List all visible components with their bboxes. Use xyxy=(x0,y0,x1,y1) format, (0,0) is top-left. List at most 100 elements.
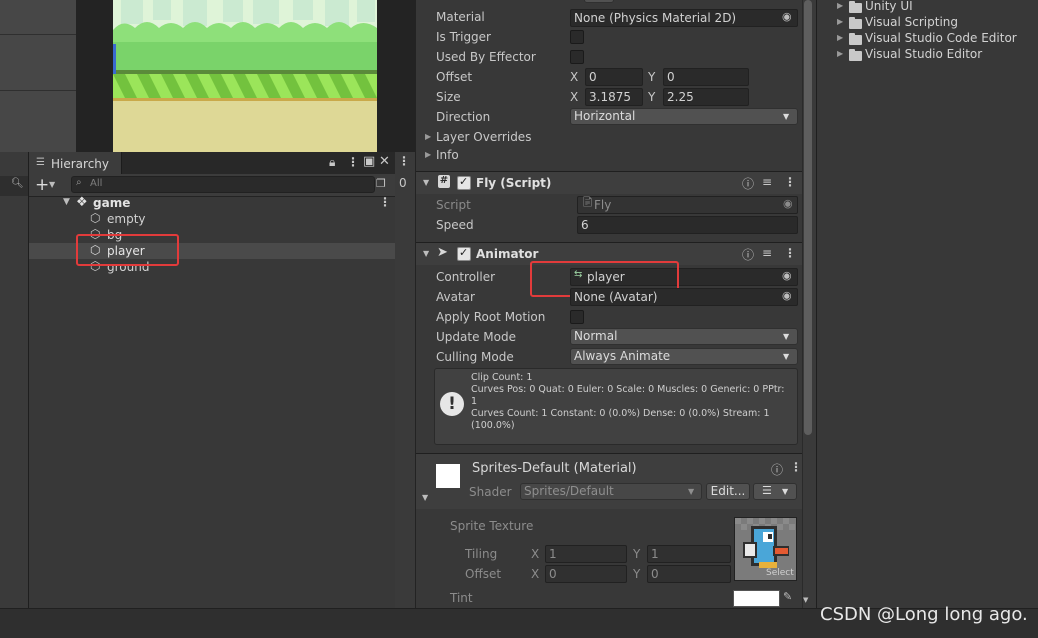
is-trigger-checkbox[interactable] xyxy=(570,30,584,44)
folder-label: Visual Studio Editor xyxy=(865,47,983,61)
more-options-icon[interactable]: ⋮ xyxy=(784,246,796,260)
layer-overrides-label[interactable]: Layer Overrides xyxy=(436,130,531,144)
more-options-icon[interactable]: ⋮ xyxy=(790,460,802,474)
chevron-down-icon: ▼ xyxy=(783,112,790,121)
controller-label: Controller xyxy=(436,270,496,284)
close-icon[interactable]: ✕ xyxy=(379,154,390,169)
more-options-icon[interactable]: ⋮ xyxy=(347,155,359,169)
shader-edit-button[interactable]: Edit... xyxy=(706,483,750,500)
speed-value: 6 xyxy=(581,218,589,232)
size-label: Size xyxy=(436,90,461,104)
tiling-y-field[interactable]: 1 xyxy=(647,545,731,563)
presets-icon[interactable]: ≡ xyxy=(762,175,772,189)
offset-x-field[interactable]: 0 xyxy=(585,68,643,86)
presets-icon[interactable]: ≡ xyxy=(762,246,772,260)
scrollbar-thumb[interactable] xyxy=(804,0,812,435)
info-clip-count: Clip Count: 1 xyxy=(471,372,533,383)
side-value: 0 xyxy=(399,176,407,190)
project-folder-visual-scripting[interactable]: ▶ Visual Scripting xyxy=(817,15,1038,32)
expand-arrow-icon[interactable]: ▶ xyxy=(837,49,843,58)
apply-root-motion-checkbox[interactable] xyxy=(570,310,584,324)
project-folder-vscode-editor[interactable]: ▶ Visual Studio Code Editor xyxy=(817,31,1038,48)
more-options-icon[interactable]: ⋮ xyxy=(379,195,391,209)
foldout-arrow-icon[interactable]: ▶ xyxy=(425,150,431,159)
help-icon[interactable]: ⓘ xyxy=(771,461,783,478)
hierarchy-tab-label: Hierarchy xyxy=(51,157,110,171)
scene-view-game-preview[interactable] xyxy=(113,0,377,152)
speed-field[interactable]: 6 xyxy=(577,216,798,234)
project-folder-unity-ui[interactable]: ▶ Unity UI xyxy=(817,0,1038,16)
object-picker-icon[interactable]: ◉ xyxy=(782,289,792,302)
size-y-field[interactable]: 2.25 xyxy=(663,88,749,106)
expand-arrow-icon[interactable]: ▶ xyxy=(837,33,843,42)
script-value: Fly xyxy=(594,198,612,212)
info-label[interactable]: Info xyxy=(436,148,459,162)
search-filter-icon[interactable]: ❐ xyxy=(376,177,386,190)
scene-gutter-right xyxy=(377,0,415,152)
expand-arrow-icon[interactable]: ▼ xyxy=(63,197,70,207)
info-curves-pos: Curves Pos: 0 Quat: 0 Euler: 0 Scale: 0 … xyxy=(471,384,785,407)
more-options-icon[interactable]: ⋮ xyxy=(784,175,796,189)
lock-icon[interactable]: 🔒︎ xyxy=(329,155,335,170)
shader-dropdown[interactable]: Sprites/Default ▼ xyxy=(520,483,702,500)
add-icon[interactable]: + xyxy=(35,175,49,195)
texture-offset-y-value: 0 xyxy=(651,567,659,581)
used-by-effector-checkbox[interactable] xyxy=(570,50,584,64)
animator-enabled-checkbox[interactable]: ✓ xyxy=(457,246,471,261)
texture-offset-x-label: X xyxy=(531,567,540,581)
sprite-texture-thumbnail[interactable]: Select xyxy=(734,517,797,581)
foldout-arrow-icon[interactable]: ▶ xyxy=(425,132,431,141)
hierarchy-tab-bar: ☰ Hierarchy 🔒︎ ⋮ ▣ ✕ xyxy=(29,152,396,175)
expand-arrow-icon[interactable]: ▶ xyxy=(837,17,843,26)
size-x-value: 3.1875 xyxy=(589,90,631,104)
size-x-field[interactable]: 3.1875 xyxy=(585,88,643,106)
eyedropper-icon[interactable]: ✎ xyxy=(783,590,792,603)
select-label[interactable]: Select xyxy=(766,568,794,578)
shader-options-dropdown[interactable]: ☰ ▼ xyxy=(753,483,797,500)
size-y-value: 2.25 xyxy=(667,90,694,104)
material-field[interactable]: None (Physics Material 2D) ◉ xyxy=(570,9,798,27)
direction-label: Direction xyxy=(436,110,491,124)
more-options-icon[interactable]: ⋮ xyxy=(398,154,410,168)
foldout-arrow-icon[interactable]: ▼ xyxy=(423,249,429,258)
direction-dropdown[interactable]: Horizontal ▼ xyxy=(570,108,798,125)
hierarchy-item-empty[interactable]: ⬡ empty xyxy=(29,211,396,227)
highlight-box-player xyxy=(76,234,179,266)
maximize-icon[interactable]: ▣ xyxy=(363,154,375,169)
hierarchy-side-strip: 🔍︎ xyxy=(0,152,28,637)
material-header[interactable]: Sprites-Default (Material) ⓘ ⋮ ▼ Shader … xyxy=(416,454,803,509)
expand-arrow-icon[interactable]: ▶ xyxy=(837,1,843,10)
help-icon[interactable]: ⓘ xyxy=(742,175,754,192)
chevron-down-icon[interactable]: ▼ xyxy=(49,180,55,189)
update-mode-dropdown[interactable]: Normal ▼ xyxy=(570,328,798,345)
search-icon[interactable]: 🔍︎ xyxy=(11,178,24,189)
folder-icon xyxy=(849,17,862,29)
avatar-field[interactable]: None (Avatar) ◉ xyxy=(570,288,798,306)
collider-top-button[interactable] xyxy=(584,0,614,3)
offset-y-label: Y xyxy=(648,70,656,84)
tab-hierarchy[interactable]: ☰ Hierarchy xyxy=(29,152,122,174)
fly-enabled-checkbox[interactable]: ✓ xyxy=(457,175,471,190)
foldout-arrow-icon[interactable]: ▼ xyxy=(422,493,428,502)
tint-color-field[interactable] xyxy=(733,590,780,607)
object-picker-icon[interactable]: ◉ xyxy=(782,269,792,282)
scene-side-panel xyxy=(0,0,76,152)
foldout-arrow-icon[interactable]: ▼ xyxy=(423,178,429,187)
fly-script-header[interactable]: ▼ # ✓ Fly (Script) ⓘ ≡ ⋮ xyxy=(416,171,803,194)
scroll-down-arrow-icon[interactable]: ▼ xyxy=(803,596,808,604)
tiling-y-label: Y xyxy=(633,547,641,561)
apply-root-motion-label: Apply Root Motion xyxy=(436,310,546,324)
scene-row[interactable]: ▼ ❖ game ⋮ xyxy=(29,195,396,211)
project-folder-vs-editor[interactable]: ▶ Visual Studio Editor xyxy=(817,47,1038,64)
texture-offset-y-field[interactable]: 0 xyxy=(647,565,731,583)
tiling-y-value: 1 xyxy=(651,547,659,561)
scene-gutter xyxy=(76,0,113,152)
help-icon[interactable]: ⓘ xyxy=(742,246,754,263)
culling-mode-dropdown[interactable]: Always Animate ▼ xyxy=(570,348,798,365)
info-curves-count: Curves Count: 1 Constant: 0 (0.0%) Dense… xyxy=(471,408,770,431)
texture-offset-x-field[interactable]: 0 xyxy=(545,565,627,583)
tiling-x-field[interactable]: 1 xyxy=(545,545,627,563)
hierarchy-search-input[interactable]: ⌕ All xyxy=(71,176,375,193)
object-picker-icon[interactable]: ◉ xyxy=(782,10,792,23)
offset-y-field[interactable]: 0 xyxy=(663,68,749,86)
